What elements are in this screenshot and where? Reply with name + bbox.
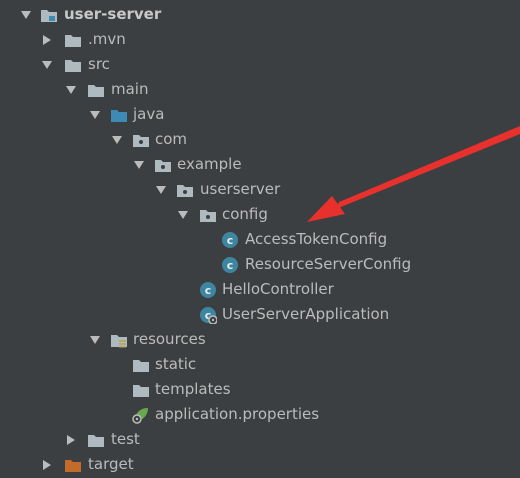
tree-node-application-properties[interactable]: application.properties [0,402,520,427]
package-icon [132,131,150,149]
spring-properties-icon [132,406,150,424]
folder-icon [87,431,105,449]
tree-label: ResourceServerConfig [245,255,412,273]
tree-node-main[interactable]: main [0,77,520,102]
tree-node-java[interactable]: java [0,102,520,127]
module-folder-icon [40,6,58,24]
expand-arrow-icon[interactable] [154,183,168,197]
folder-icon [87,81,105,99]
collapse-arrow-icon[interactable] [40,458,54,472]
tree-label: userserver [200,180,281,198]
tree-node-com[interactable]: com [0,127,520,152]
tree-label: user-server [64,5,162,23]
tree-label: main [111,80,149,98]
tree-node-target[interactable]: target [0,452,520,477]
folder-icon [132,381,150,399]
tree-label: UserServerApplication [222,305,390,323]
svg-text:c: c [205,284,212,297]
collapse-arrow-icon[interactable] [40,33,54,47]
tree-label: HelloController [222,280,334,298]
tree-label: target [88,455,134,473]
tree-label: test [111,430,140,448]
collapse-arrow-icon[interactable] [64,433,78,447]
tree-node-src[interactable]: src [0,52,520,77]
tree-label: templates [155,380,231,398]
expand-arrow-icon[interactable] [64,83,78,97]
tree-node-resources[interactable]: resources [0,327,520,352]
package-icon [199,206,217,224]
project-tree: user-server .mvn src main java com examp… [0,0,520,473]
svg-text:c: c [227,259,234,272]
expand-arrow-icon[interactable] [132,158,146,172]
tree-node-resource-server-config[interactable]: c ResourceServerConfig [0,252,520,277]
folder-icon [64,56,82,74]
java-class-icon: c [221,256,239,274]
expand-arrow-icon[interactable] [88,333,102,347]
package-icon [176,181,194,199]
excluded-folder-icon [64,456,82,474]
folder-icon [132,356,150,374]
expand-arrow-icon[interactable] [19,8,33,22]
tree-node-user-server[interactable]: user-server [0,2,520,27]
tree-node-config[interactable]: config [0,202,520,227]
tree-label: example [177,155,242,173]
folder-icon [64,31,82,49]
svg-text:c: c [227,234,234,247]
tree-label: .mvn [88,30,126,48]
tree-label: com [155,130,188,148]
tree-label: java [133,105,165,123]
java-class-icon: c [221,231,239,249]
resources-folder-icon [110,331,128,349]
tree-label: static [155,355,197,373]
tree-node-userserver[interactable]: userserver [0,177,520,202]
tree-node-example[interactable]: example [0,152,520,177]
package-icon [154,156,172,174]
tree-label: application.properties [155,405,320,423]
expand-arrow-icon[interactable] [40,58,54,72]
tree-node-user-server-application[interactable]: c UserServerApplication [0,302,520,327]
tree-node-access-token-config[interactable]: c AccessTokenConfig [0,227,520,252]
tree-label: src [88,55,110,73]
expand-arrow-icon[interactable] [88,108,102,122]
tree-label: resources [133,330,206,348]
tree-node-test[interactable]: test [0,427,520,452]
expand-arrow-icon[interactable] [176,208,190,222]
tree-label: AccessTokenConfig [245,230,388,248]
tree-label: config [222,205,268,223]
expand-arrow-icon[interactable] [110,133,124,147]
tree-node-static[interactable]: static [0,352,520,377]
source-folder-icon [110,106,128,124]
tree-node-hello-controller[interactable]: c HelloController [0,277,520,302]
spring-boot-class-icon: c [199,306,218,325]
java-class-icon: c [199,281,217,299]
tree-node-mvn[interactable]: .mvn [0,27,520,52]
tree-node-templates[interactable]: templates [0,377,520,402]
